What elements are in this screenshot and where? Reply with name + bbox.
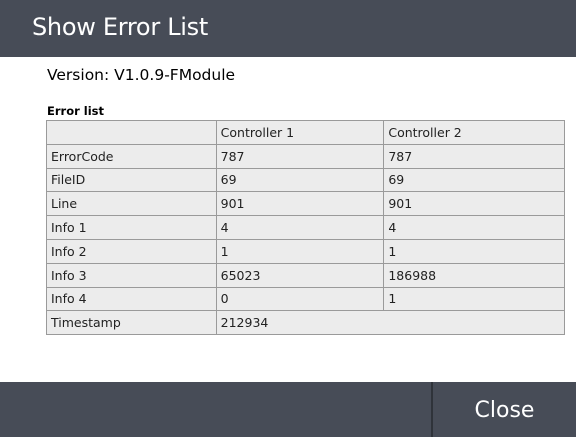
controller-1-value: 1	[215, 238, 385, 264]
row-label: Info 4	[46, 286, 217, 312]
show-error-list-dialog: Show Error List Version: V1.0.9-FModule …	[0, 0, 576, 437]
row-label: Info 2	[46, 238, 217, 264]
row-label: ErrorCode	[46, 143, 217, 169]
controller-2-value: 1	[383, 238, 565, 264]
close-button-label: Close	[474, 398, 535, 423]
controller-2-value: 69	[383, 167, 565, 193]
row-label: FileID	[46, 167, 217, 193]
table-row: Info 2 1 1	[46, 238, 565, 264]
table-header-row: Controller 1 Controller 2	[46, 120, 565, 145]
row-label: Info 3	[46, 262, 217, 288]
controller-2-value: 4	[383, 215, 565, 240]
dialog-footer: Close	[0, 382, 576, 437]
controller-1-value: 901	[215, 191, 385, 217]
table-row: FileID 69 69	[46, 167, 565, 193]
controller-1-value: 0	[215, 286, 385, 312]
timestamp-value: 212934	[215, 310, 566, 336]
header-cell-controller-1: Controller 1	[215, 120, 385, 145]
controller-1-value: 65023	[215, 262, 385, 288]
table-row: Info 4 0 1	[46, 286, 565, 312]
controller-2-value: 1	[383, 286, 565, 312]
error-table: Controller 1 Controller 2 ErrorCode 787 …	[46, 120, 566, 336]
row-label: Line	[46, 191, 217, 217]
row-label: Info 1	[46, 215, 217, 240]
header-cell-empty	[46, 120, 217, 145]
dialog-title: Show Error List	[32, 13, 208, 41]
header-cell-controller-2: Controller 2	[383, 120, 565, 145]
table-row: Info 3 65023 186988	[46, 262, 565, 288]
table-row: Line 901 901	[46, 191, 565, 217]
timestamp-label: Timestamp	[46, 310, 217, 336]
dialog-titlebar: Show Error List	[0, 0, 576, 57]
controller-1-value: 787	[215, 143, 385, 169]
controller-2-value: 901	[383, 191, 565, 217]
version-text: Version: V1.0.9-FModule	[47, 66, 236, 84]
error-list-label: Error list	[47, 104, 105, 118]
table-row: ErrorCode 787 787	[46, 143, 565, 169]
controller-2-value: 186988	[383, 262, 565, 288]
controller-1-value: 69	[215, 167, 385, 193]
close-button[interactable]: Close	[433, 382, 576, 437]
dialog-content: Version: V1.0.9-FModule Error list Contr…	[8, 57, 568, 382]
table-row: Info 1 4 4	[46, 215, 565, 240]
controller-2-value: 787	[383, 143, 565, 169]
timestamp-row: Timestamp 212934	[46, 310, 566, 336]
controller-1-value: 4	[215, 215, 385, 240]
